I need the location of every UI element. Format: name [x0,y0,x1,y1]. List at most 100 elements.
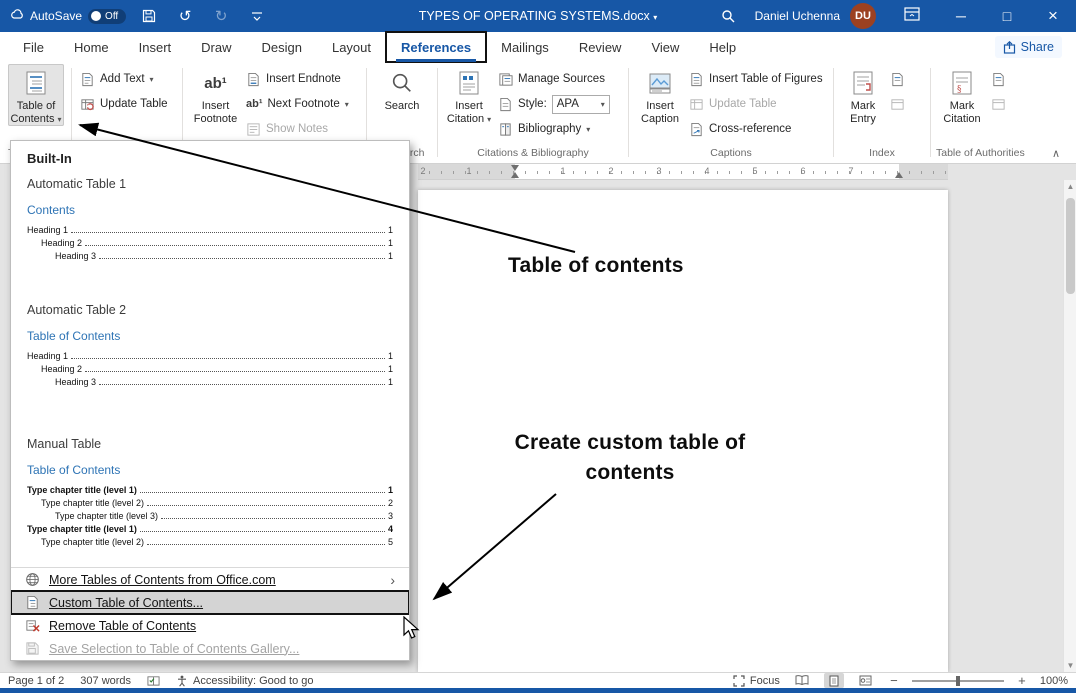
menu-item-remove-toc[interactable]: Remove Table of Contents [11,614,409,637]
mark-entry-button[interactable]: Mark Entry [839,64,887,126]
show-notes-button[interactable]: Show Notes [243,119,352,139]
search-button-ribbon[interactable]: Search [374,64,430,113]
remove-toc-icon [25,618,40,633]
save-gallery-icon [25,641,40,656]
mark-citation-button[interactable]: § Mark Citation [936,64,988,126]
menu-item-more-tables[interactable]: More Tables of Contents from Office.com … [11,568,409,591]
next-footnote-button[interactable]: ab¹ Next Footnote▾ [243,94,352,114]
tab-insert[interactable]: Insert [124,32,187,62]
add-text-button[interactable]: Add Text▾ [77,69,171,89]
mark-entry-icon [850,68,876,98]
insert-index-button[interactable] [887,69,908,89]
zoom-out-button[interactable]: − [888,673,900,688]
maximize-button[interactable]: □ [984,0,1030,32]
tab-view[interactable]: View [636,32,694,62]
autosave-toggle[interactable]: Off [88,9,126,24]
update-table-button[interactable]: Update Table [77,94,171,114]
insert-table-of-figures-button[interactable]: Insert Table of Figures [686,69,826,89]
style-select[interactable]: APA ▾ [552,95,610,114]
insert-citation-button[interactable]: Insert Citation ▾ [443,64,495,126]
citation-style-control: Style: APA ▾ [495,94,613,114]
preview-title: Contents [27,203,393,217]
spellcheck-icon[interactable] [147,674,160,687]
print-layout-button[interactable] [824,673,844,688]
group-separator [833,68,834,157]
insert-table-of-authorities-button[interactable] [988,69,1009,89]
zoom-in-button[interactable]: + [1016,673,1028,688]
scroll-up-icon[interactable]: ▲ [1064,182,1076,191]
hanging-indent-marker[interactable] [511,172,519,178]
first-line-indent-marker[interactable] [511,165,519,171]
cross-reference-button[interactable]: Cross-reference [686,119,826,139]
tab-home[interactable]: Home [59,32,124,62]
accessibility-status[interactable]: Accessibility: Good to go [176,675,313,687]
insert-endnote-button[interactable]: Insert Endnote [243,69,352,89]
horizontal-ruler[interactable]: 2 1 1 2 3 4 5 6 7 [418,164,948,180]
page-indicator[interactable]: Page 1 of 2 [8,675,64,687]
ruler-ticks [418,171,948,174]
undo-button[interactable]: ↺ [172,3,198,29]
collapse-ribbon-button[interactable]: ∧ [1052,147,1060,160]
toc-gallery-automatic-table-2[interactable]: Table of Contents Heading 11 Heading 21 … [11,321,409,429]
autosave-control[interactable]: AutoSave Off [10,9,126,24]
show-notes-icon [246,122,261,137]
update-table-figures-button[interactable]: Update Table [686,94,826,114]
gallery-name-automatic-1: Automatic Table 1 [11,169,409,195]
table-of-contents-button[interactable]: Table of Contents ▾ [8,64,64,126]
share-button[interactable]: Share [995,36,1062,58]
insert-caption-button[interactable]: Insert Caption [634,64,686,126]
ribbon-display-options-button[interactable] [904,7,920,26]
ruler-number: 5 [750,166,760,176]
focus-mode-button[interactable]: Focus [733,675,780,687]
read-mode-button[interactable] [792,673,812,688]
manage-sources-button[interactable]: Manage Sources [495,69,613,89]
scrollbar-thumb[interactable] [1066,198,1075,294]
right-indent-marker[interactable] [895,172,903,178]
preview-entry: Heading 11 [27,348,393,361]
word-count[interactable]: 307 words [80,675,131,687]
tab-references[interactable]: References [386,32,486,62]
web-layout-button[interactable] [856,673,876,688]
avatar[interactable]: DU [850,3,876,29]
tab-draw[interactable]: Draw [186,32,246,62]
bibliography-button[interactable]: Bibliography▾ [495,119,613,139]
scroll-down-icon[interactable]: ▼ [1064,661,1076,670]
tab-help[interactable]: Help [694,32,751,62]
insert-footnote-button[interactable]: ab¹ Insert Footnote [188,64,243,126]
group-label-citations: Citations & Bibliography [443,147,623,163]
insert-caption-icon [647,68,673,98]
zoom-level[interactable]: 100% [1040,675,1068,687]
tab-design[interactable]: Design [247,32,317,62]
zoom-slider-thumb[interactable] [956,676,960,686]
group-separator [628,68,629,157]
search-button[interactable] [715,3,741,29]
menu-item-custom-toc[interactable]: Custom Table of Contents... [11,591,409,614]
vertical-scrollbar[interactable]: ▲ ▼ [1063,180,1076,672]
tab-review[interactable]: Review [564,32,637,62]
document-title[interactable]: TYPES OF OPERATING SYSTEMS.docx [419,9,650,23]
chevron-down-icon: ▾ [150,75,154,84]
tab-layout[interactable]: Layout [317,32,386,62]
toc-gallery-automatic-table-1[interactable]: Contents Heading 11 Heading 21 Heading 3… [11,195,409,295]
minimize-button[interactable]: ─ [938,0,984,32]
ruler-number: 1 [464,166,474,176]
toc-button-label-1: Table of [17,100,56,113]
close-button[interactable]: × [1030,0,1076,32]
group-label-captions: Captions [634,147,828,163]
user-name[interactable]: Daniel Uchenna [755,9,840,23]
update-index-button[interactable] [887,94,908,114]
menu-item-save-selection[interactable]: Save Selection to Table of Contents Gall… [11,637,409,660]
zoom-slider[interactable] [912,680,1004,682]
tab-mailings[interactable]: Mailings [486,32,564,62]
save-button[interactable] [136,3,162,29]
toc-gallery-manual-table[interactable]: Table of Contents Type chapter title (le… [11,455,409,567]
custom-toc-icon [25,595,40,610]
ribbon-display-options-icon [904,7,920,21]
redo-button[interactable]: ↻ [208,3,234,29]
toc-dropdown-menu: Built-In Automatic Table 1 Contents Head… [10,140,410,661]
annotation-table-of-contents: Table of contents [508,254,684,278]
update-authorities-button[interactable] [988,94,1009,114]
tab-file[interactable]: File [8,32,59,62]
ruler-number: 7 [846,166,856,176]
customize-quick-access-button[interactable] [244,3,270,29]
